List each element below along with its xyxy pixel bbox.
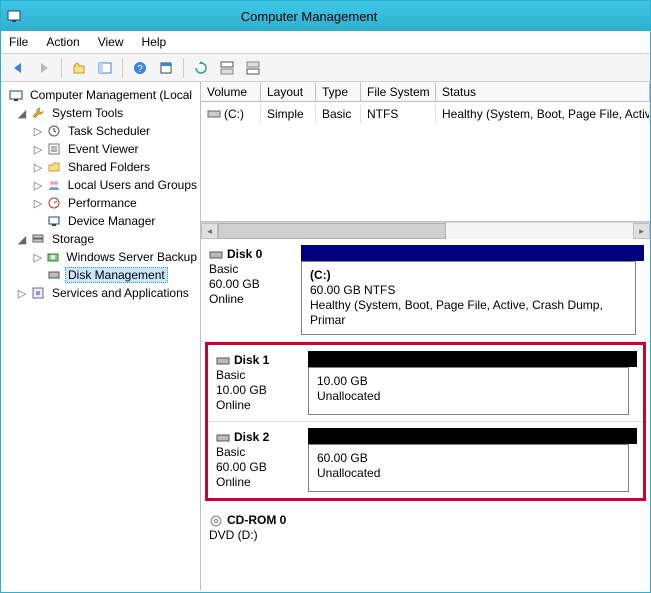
expand-icon[interactable]: ▷ <box>33 197 43 210</box>
refresh-button[interactable] <box>190 57 212 79</box>
partition-header-unallocated <box>308 428 637 444</box>
app-icon <box>6 8 22 24</box>
menu-help[interactable]: Help <box>142 35 167 49</box>
col-volume[interactable]: Volume <box>201 82 261 101</box>
disk-row-cdrom[interactable]: CD-ROM 0 DVD (D:) <box>201 505 650 551</box>
tree-services-apps[interactable]: ▷ Services and Applications <box>1 284 200 302</box>
console-tree[interactable]: Computer Management (Local ◢ System Tool… <box>1 82 201 590</box>
menu-bar: File Action View Help <box>1 31 650 54</box>
storage-icon <box>30 231 46 247</box>
tree-task-scheduler[interactable]: ▷ Task Scheduler <box>1 122 200 140</box>
partition-header-unallocated <box>308 351 637 367</box>
collapse-icon[interactable]: ◢ <box>17 233 27 246</box>
disk-icon <box>216 355 230 367</box>
expand-icon[interactable]: ▷ <box>33 251 42 264</box>
partition-unallocated-1[interactable]: 10.00 GB Unallocated <box>308 367 629 415</box>
volume-list-hscroll[interactable]: ◂ ▸ <box>201 222 650 239</box>
disk-icon <box>216 432 230 444</box>
svg-text:?: ? <box>137 64 143 75</box>
tree-event-viewer[interactable]: ▷ Event Viewer <box>1 140 200 158</box>
volume-list-header: Volume Layout Type File System Status <box>201 82 650 102</box>
scroll-track[interactable] <box>218 223 633 239</box>
scroll-thumb[interactable] <box>218 223 446 239</box>
mmc-icon <box>8 87 24 103</box>
tree-shared-folders[interactable]: ▷ Shared Folders <box>1 158 200 176</box>
scroll-right-button[interactable]: ▸ <box>633 223 650 239</box>
tree-storage[interactable]: ◢ Storage <box>1 230 200 248</box>
disk-row-0[interactable]: Disk 0 Basic 60.00 GB Online (C:) 60.00 … <box>201 239 650 342</box>
forward-button[interactable] <box>33 57 55 79</box>
partition-c[interactable]: (C:) 60.00 GB NTFS Healthy (System, Boot… <box>301 261 636 335</box>
expand-icon[interactable]: ▷ <box>17 287 27 300</box>
menu-view[interactable]: View <box>98 35 124 49</box>
menu-file[interactable]: File <box>9 35 28 49</box>
up-button[interactable] <box>68 57 90 79</box>
view-bottom-button[interactable] <box>242 57 264 79</box>
device-icon <box>46 213 62 229</box>
partition-header-primary <box>301 245 644 261</box>
expand-icon[interactable]: ▷ <box>33 161 43 174</box>
disk-info-2: Disk 2 Basic 60.00 GB Online <box>208 428 308 492</box>
details-pane: Volume Layout Type File System Status (C… <box>201 82 650 590</box>
disk-mgmt-icon <box>46 267 62 283</box>
disk-icon <box>209 249 223 261</box>
services-icon <box>30 285 46 301</box>
scroll-left-button[interactable]: ◂ <box>201 223 218 239</box>
tree-local-users[interactable]: ▷ Local Users and Groups <box>1 176 200 194</box>
tree-performance[interactable]: ▷ Performance <box>1 194 200 212</box>
tree-system-tools[interactable]: ◢ System Tools <box>1 104 200 122</box>
tree-device-manager[interactable]: ▷ Device Manager <box>1 212 200 230</box>
disk-row-1[interactable]: Disk 1 Basic 10.00 GB Online 10.00 GB Un… <box>208 345 643 422</box>
help-button[interactable]: ? <box>129 57 151 79</box>
expand-icon[interactable]: ▷ <box>33 143 43 156</box>
disk-graphical-view: Disk 0 Basic 60.00 GB Online (C:) 60.00 … <box>201 239 650 590</box>
clock-icon <box>46 123 62 139</box>
menu-action[interactable]: Action <box>46 35 79 49</box>
collapse-icon[interactable]: ◢ <box>17 107 27 120</box>
disk-info-cdrom: CD-ROM 0 DVD (D:) <box>201 511 301 545</box>
users-icon <box>46 177 62 193</box>
backup-icon <box>45 249 60 265</box>
col-filesystem[interactable]: File System <box>361 82 436 101</box>
properties-button[interactable] <box>155 57 177 79</box>
disk-info-1: Disk 1 Basic 10.00 GB Online <box>208 351 308 415</box>
expand-icon[interactable]: ▷ <box>33 179 43 192</box>
col-type[interactable]: Type <box>316 82 361 101</box>
window-title: Computer Management <box>28 9 650 24</box>
drive-icon <box>207 108 221 120</box>
performance-icon <box>46 195 62 211</box>
partition-unallocated-2[interactable]: 60.00 GB Unallocated <box>308 444 629 492</box>
view-top-button[interactable] <box>216 57 238 79</box>
disk-info-0: Disk 0 Basic 60.00 GB Online <box>201 245 301 335</box>
window-titlebar: Computer Management <box>1 1 650 31</box>
folder-share-icon <box>46 159 62 175</box>
back-button[interactable] <box>7 57 29 79</box>
volume-row-c[interactable]: (C:) Simple Basic NTFS Healthy (System, … <box>201 102 650 123</box>
show-hide-console-tree-button[interactable] <box>94 57 116 79</box>
wrench-icon <box>30 105 46 121</box>
cdrom-icon <box>209 514 223 528</box>
col-layout[interactable]: Layout <box>261 82 316 101</box>
tree-root[interactable]: Computer Management (Local <box>1 86 200 104</box>
highlighted-new-disks: Disk 1 Basic 10.00 GB Online 10.00 GB Un… <box>205 342 646 501</box>
disk-row-2[interactable]: Disk 2 Basic 60.00 GB Online 60.00 GB Un… <box>208 422 643 498</box>
toolbar: ? <box>1 54 650 82</box>
tree-ws-backup[interactable]: ▷ Windows Server Backup <box>1 248 200 266</box>
expand-icon[interactable]: ▷ <box>33 125 43 138</box>
event-log-icon <box>46 141 62 157</box>
tree-disk-management[interactable]: ▷ Disk Management <box>1 266 200 284</box>
col-status[interactable]: Status <box>436 82 650 101</box>
